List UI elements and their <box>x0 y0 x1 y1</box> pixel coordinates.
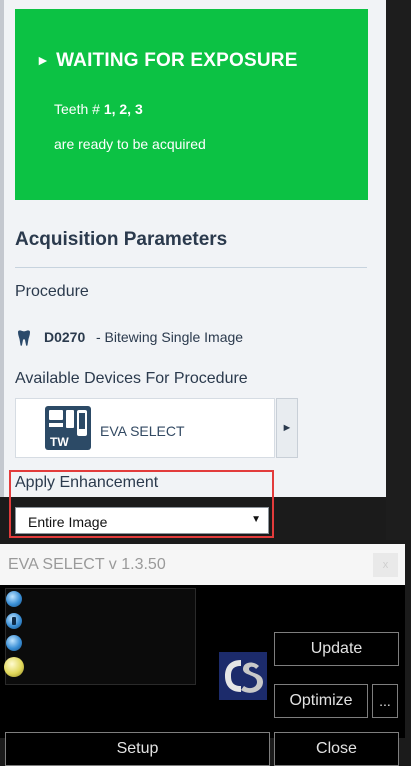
setup-button[interactable]: Setup <box>5 732 270 766</box>
tooth-icon <box>18 330 30 346</box>
device-name: EVA SELECT <box>100 423 185 439</box>
sensor-device-icon: TW <box>45 406 91 450</box>
eva-select-window: EVA SELECT v 1.3.50 x Update Optimize ..… <box>0 544 405 766</box>
dropdown-caret-icon: ▼ <box>251 514 261 525</box>
more-options-button[interactable]: ... <box>372 684 398 718</box>
led-ready-icon <box>4 657 24 677</box>
status-led-panel <box>4 588 196 685</box>
enhancement-select[interactable]: Entire Image ▼ <box>15 507 269 534</box>
status-title: ► WAITING FOR EXPOSURE <box>36 50 298 72</box>
led-indicator-icon <box>6 613 22 629</box>
teeth-numbers: 1, 2, 3 <box>103 101 143 117</box>
svg-text:TW: TW <box>50 435 69 449</box>
heading-divider <box>15 267 367 268</box>
led-indicator-icon <box>6 635 22 651</box>
procedure-label: Procedure <box>15 283 89 300</box>
optimize-button[interactable]: Optimize <box>274 684 368 718</box>
window-close-icon[interactable]: x <box>373 553 398 577</box>
chevron-right-icon: ► <box>281 422 293 434</box>
acquisition-panel: ► WAITING FOR EXPOSURE Teeth # 1, 2, 3 ar… <box>0 0 411 540</box>
procedure-description: - Bitewing Single Image <box>96 329 244 345</box>
close-button[interactable]: Close <box>274 732 399 766</box>
devices-label: Available Devices For Procedure <box>15 370 248 387</box>
eva-window-title: EVA SELECT v 1.3.50 <box>8 556 166 573</box>
panel-scrollbar-track[interactable] <box>386 0 411 540</box>
eva-body: Update Optimize ... Setup Close <box>0 585 405 766</box>
update-button[interactable]: Update <box>274 632 399 666</box>
procedure-code: D0270 <box>44 329 86 345</box>
eva-logo-icon <box>219 652 267 700</box>
device-card-eva-select[interactable]: TW EVA SELECT <box>15 398 275 458</box>
teeth-prefix: Teeth # <box>54 101 104 117</box>
play-arrow-icon: ► <box>36 52 51 68</box>
teeth-line: Teeth # 1, 2, 3 <box>54 101 143 117</box>
status-title-text: WAITING FOR EXPOSURE <box>56 50 298 71</box>
status-message: are ready to be acquired <box>54 136 206 152</box>
panel-edge <box>0 0 4 497</box>
enhancement-value: Entire Image <box>28 514 108 530</box>
device-next-button[interactable]: ► <box>276 398 298 458</box>
exposure-status-card: ► WAITING FOR EXPOSURE Teeth # 1, 2, 3 ar… <box>15 9 368 200</box>
acquisition-heading: Acquisition Parameters <box>15 229 228 250</box>
led-indicator-icon <box>6 591 22 607</box>
eva-titlebar: EVA SELECT v 1.3.50 x <box>0 544 405 585</box>
